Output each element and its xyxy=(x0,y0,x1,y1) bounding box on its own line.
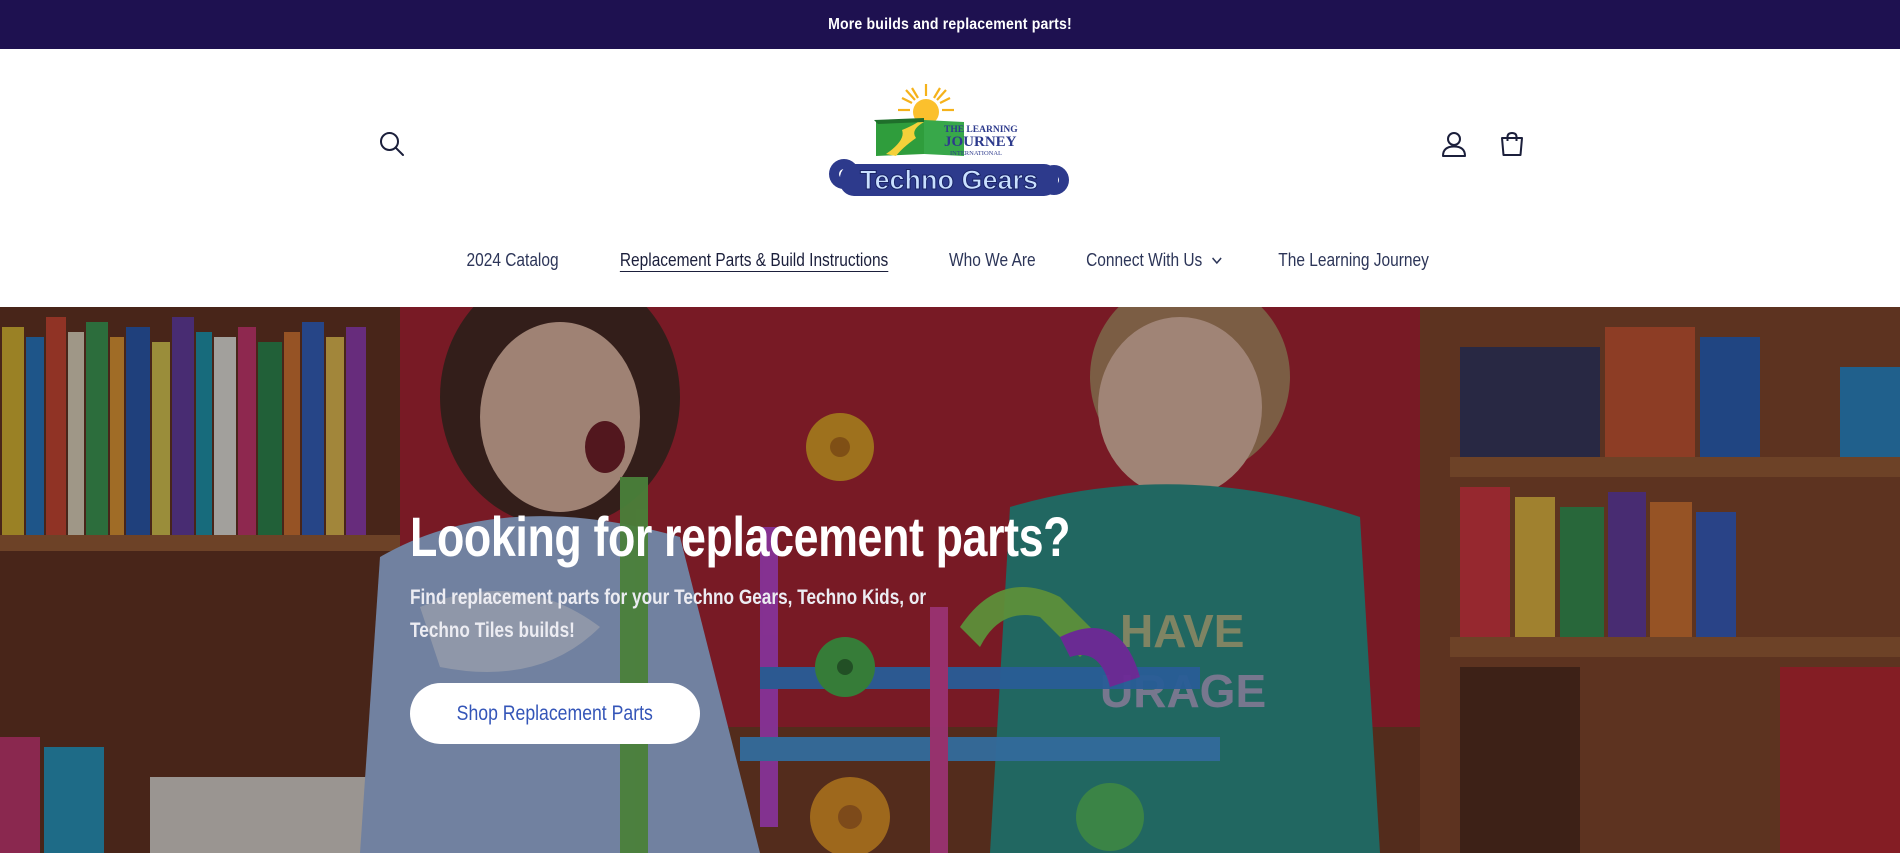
cart-icon xyxy=(1501,131,1523,156)
site-header: THE LEARNING JOURNEY INTERNATIONAL Techn… xyxy=(0,49,1900,307)
announcement-bar: More builds and replacement parts! xyxy=(0,0,1900,49)
hero-banner: HAVE URAGE Looking for replacement parts… xyxy=(0,307,1900,853)
nav-item-label: 2024 Catalog xyxy=(466,249,559,270)
announcement-text: More builds and replacement parts! xyxy=(114,0,1786,49)
cart-button[interactable] xyxy=(1496,128,1528,160)
logo-line2: JOURNEY xyxy=(944,134,1017,150)
nav-item-label: Replacement Parts & Build Instructions xyxy=(619,249,889,270)
hero-subtitle-line1: Find replacement parts for your Techno G… xyxy=(410,586,927,609)
hero-content: Looking for replacement parts? Find repl… xyxy=(410,505,1071,744)
account-icon xyxy=(1442,132,1466,157)
nav-item-label: Connect With Us xyxy=(1086,249,1203,270)
search-button[interactable] xyxy=(376,128,408,160)
nav-item-who-we-are[interactable]: Who We Are xyxy=(935,250,1049,271)
shop-replacement-parts-button[interactable]: Shop Replacement Parts xyxy=(410,683,700,744)
hero-subtitle-line2: Techno Tiles builds! xyxy=(410,619,575,642)
nav-item-connect-with-us[interactable]: Connect With Us xyxy=(1072,250,1236,271)
main-nav: 2024 Catalog Replacement Parts & Build I… xyxy=(0,244,1900,276)
hero-subtitle: Find replacement parts for your Techno G… xyxy=(410,581,968,647)
chevron-down-icon xyxy=(1211,257,1222,265)
site-logo[interactable]: THE LEARNING JOURNEY INTERNATIONAL Techn… xyxy=(826,82,1072,208)
shop-replacement-parts-label: Shop Replacement Parts xyxy=(456,701,654,725)
nav-item-2024-catalog[interactable]: 2024 Catalog xyxy=(453,250,573,271)
nav-item-label: The Learning Journey xyxy=(1278,249,1429,270)
nav-item-learning-journey[interactable]: The Learning Journey xyxy=(1264,250,1442,271)
nav-item-replacement-parts[interactable]: Replacement Parts & Build Instructions xyxy=(606,250,902,271)
hero-title: Looking for replacement parts? xyxy=(410,505,1071,568)
logo-brand: Techno Gears xyxy=(860,165,1038,195)
search-icon xyxy=(380,132,404,156)
logo-line3: INTERNATIONAL xyxy=(950,150,1002,157)
account-button[interactable] xyxy=(1438,128,1470,160)
nav-item-label: Who We Are xyxy=(949,249,1036,270)
